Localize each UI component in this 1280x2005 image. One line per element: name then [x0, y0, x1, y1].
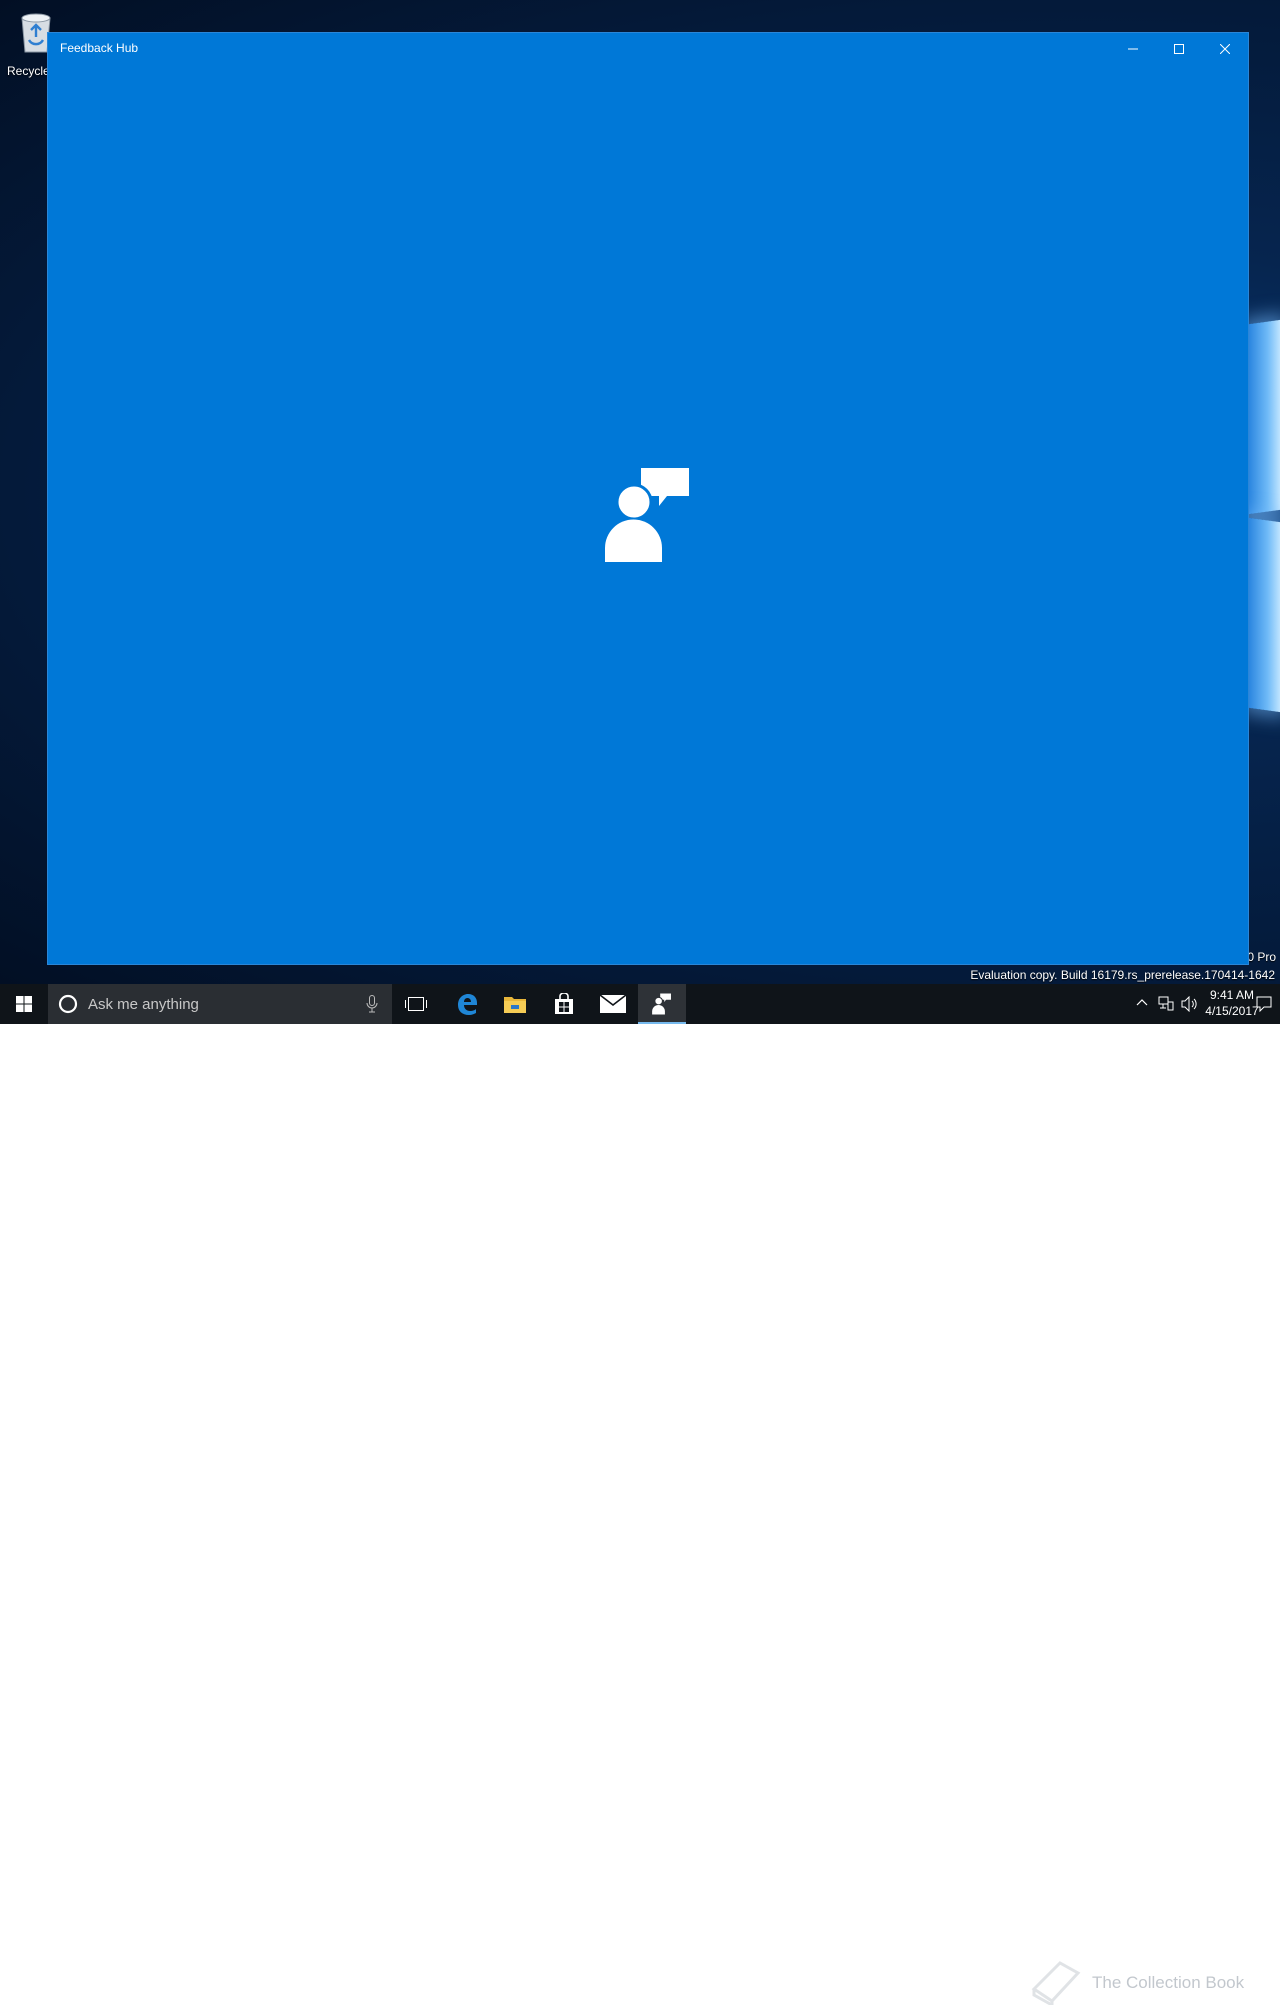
store-button[interactable]	[540, 984, 588, 1024]
windows-logo-wallpaper-top	[1249, 319, 1280, 515]
book-logo-icon	[1031, 1961, 1081, 2005]
desktop: Recycle 0 Pro Evaluation copy. Build 161…	[0, 0, 1280, 984]
chevron-up-icon[interactable]	[1136, 996, 1148, 1010]
recycle-bin-label: Recycle	[7, 64, 50, 78]
minimize-icon	[1128, 48, 1138, 49]
feedback-hub-icon	[652, 993, 671, 1015]
edition-text: 0 Pro	[1247, 950, 1276, 964]
feedback-hub-window: Feedback Hub	[47, 32, 1249, 965]
volume-icon[interactable]	[1181, 996, 1199, 1012]
maximize-button[interactable]	[1156, 33, 1202, 64]
clock[interactable]: 9:41 AM 4/15/2017	[1204, 987, 1260, 1019]
start-button[interactable]	[0, 984, 48, 1024]
clock-time: 9:41 AM	[1209, 988, 1255, 1002]
task-view-button[interactable]	[392, 984, 440, 1024]
cortana-icon	[58, 994, 78, 1014]
minimize-button[interactable]	[1110, 33, 1156, 64]
file-explorer-icon	[504, 997, 526, 1013]
cortana-search-box[interactable]: Ask me anything	[48, 984, 392, 1024]
title-bar[interactable]: Feedback Hub	[48, 33, 1248, 64]
edge-button[interactable]	[443, 984, 491, 1024]
build-watermark-text: Evaluation copy. Build 16179.rs_prerelea…	[970, 968, 1275, 982]
action-center-icon[interactable]	[1256, 996, 1272, 1012]
task-view-icon	[405, 997, 427, 1011]
system-tray: 9:41 AM 4/15/2017	[1080, 984, 1280, 1024]
search-placeholder: Ask me anything	[88, 996, 199, 1013]
microphone-icon[interactable]	[366, 995, 378, 1013]
mail-icon	[600, 995, 626, 1013]
store-icon	[555, 993, 573, 1014]
feedback-hub-taskbar-button[interactable]	[638, 984, 686, 1024]
mail-button[interactable]	[589, 984, 637, 1024]
close-icon	[1220, 43, 1230, 54]
maximize-icon	[1174, 43, 1184, 54]
taskbar: Ask me anything The Collection Book 9:41…	[0, 984, 1280, 2005]
watermark-text: The Collection Book	[1092, 1973, 1245, 1992]
network-icon[interactable]	[1158, 996, 1174, 1012]
close-button[interactable]	[1202, 33, 1248, 64]
file-explorer-button[interactable]	[491, 984, 539, 1024]
windows-start-icon	[16, 996, 32, 1012]
windows-logo-wallpaper-bottom	[1249, 517, 1280, 713]
window-title: Feedback Hub	[60, 41, 139, 55]
feedback-person-icon	[605, 468, 689, 562]
clock-date: 4/15/2017	[1205, 1004, 1259, 1018]
edge-icon	[458, 994, 477, 1015]
